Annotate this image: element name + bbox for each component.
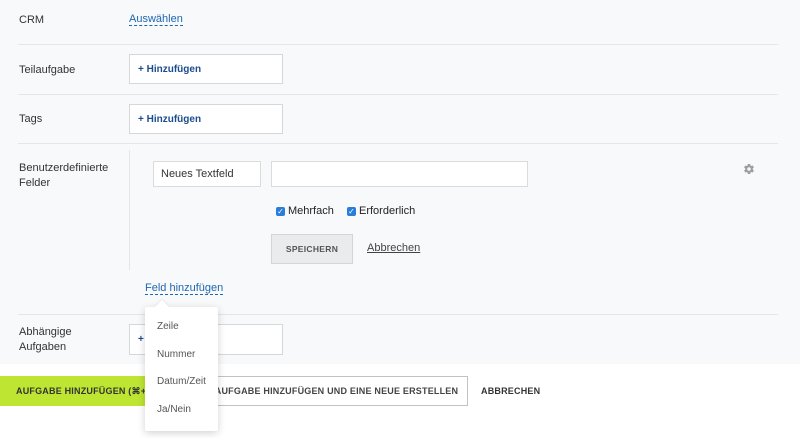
check-icon[interactable]: ✓ — [276, 206, 285, 216]
add-task-and-new-button[interactable]: AUFGABE HINZUFÜGEN UND EINE NEUE ERSTELL… — [205, 376, 468, 406]
save-button[interactable]: SPEICHERN — [271, 234, 353, 264]
tags-label: Tags — [19, 113, 43, 125]
dependent-tasks-label-line1: Abhängige — [19, 326, 72, 338]
custom-fields-label-line2: Felder — [19, 177, 51, 189]
field-type-menu: Zeile Nummer Datum/Zeit Ja/Nein — [145, 307, 218, 431]
menu-item-number[interactable]: Nummer — [157, 349, 195, 360]
menu-item-yesno[interactable]: Ja/Nein — [157, 404, 191, 415]
check-icon[interactable]: ✓ — [347, 206, 356, 216]
add-tag-button[interactable]: + Hinzufügen — [129, 104, 283, 134]
add-subtask-button[interactable]: + Hinzufügen — [129, 54, 283, 84]
subtask-label: Teilaufgabe — [19, 64, 76, 76]
add-field-link-text[interactable]: Feld hinzufügen — [145, 282, 224, 295]
cancel-button[interactable]: ABBRECHEN — [481, 376, 540, 406]
dependent-tasks-label-line2: Aufgaben — [19, 341, 67, 353]
divider — [18, 44, 778, 45]
custom-fields-label-line1: Benutzerdefinierte — [19, 162, 109, 174]
required-checkbox[interactable]: ✓ Erforderlich — [347, 205, 415, 217]
add-field-link[interactable]: Feld hinzufügen — [145, 282, 224, 295]
field-name-input[interactable]: Neues Textfeld — [153, 161, 261, 187]
gear-icon[interactable] — [743, 163, 755, 175]
cancel-field-link[interactable]: Abbrechen — [367, 242, 420, 254]
crm-select-link-text[interactable]: Auswählen — [129, 13, 183, 26]
multiple-checkbox[interactable]: ✓ Mehrfach — [276, 205, 334, 217]
crm-label: CRM — [19, 14, 45, 26]
divider — [18, 314, 778, 315]
menu-item-datetime[interactable]: Datum/Zeit — [157, 376, 206, 387]
field-value-input[interactable] — [271, 161, 528, 187]
crm-select-link[interactable]: Auswählen — [129, 13, 183, 26]
divider — [18, 143, 778, 144]
divider — [18, 94, 778, 95]
dependent-tasks-label: Abhängige Aufgaben — [19, 325, 72, 355]
custom-fields-label: Benutzerdefinierte Felder — [19, 161, 108, 191]
menu-item-line[interactable]: Zeile — [157, 321, 179, 332]
add-task-button[interactable]: AUFGABE HINZUFÜGEN (⌘+E — [0, 376, 150, 406]
multiple-checkbox-label: Mehrfach — [288, 205, 334, 217]
required-checkbox-label: Erforderlich — [359, 205, 416, 217]
